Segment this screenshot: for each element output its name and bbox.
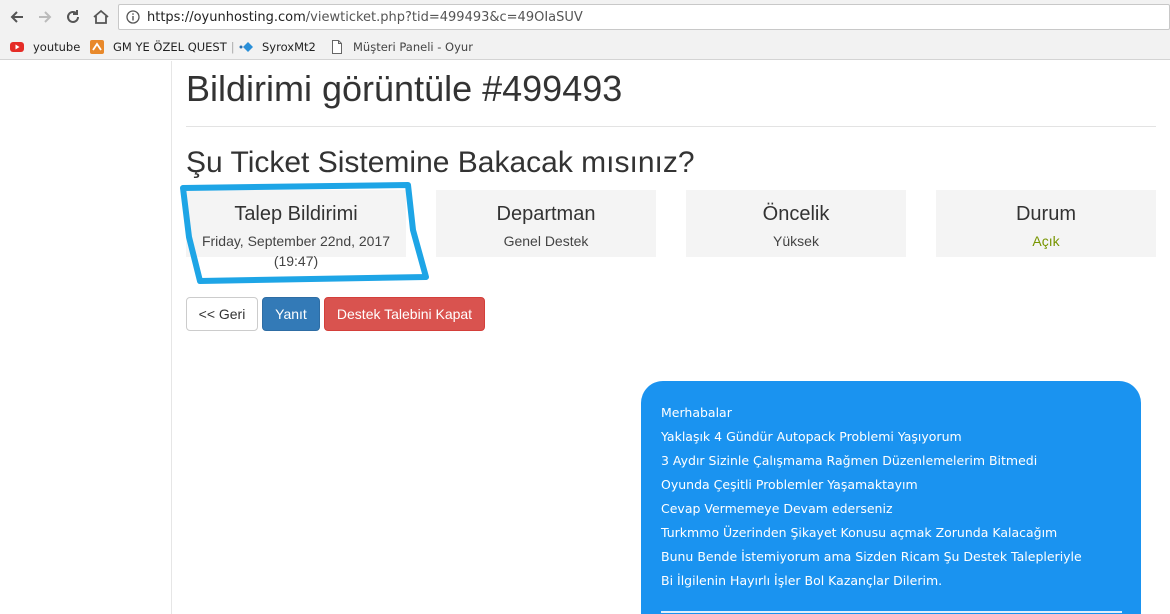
ticket-date-box: Talep Bildirimi Friday, September 22nd, … (186, 190, 406, 269)
status-value: Açık (1032, 233, 1060, 249)
message-bubble: Merhabalar Yaklaşık 4 Gündür Autopack Pr… (641, 381, 1141, 614)
department-box: Departman Genel Destek (436, 190, 656, 257)
message-line: Bi İlgilenin Hayırlı İşler Bol Kazançlar… (661, 573, 943, 588)
bookmark-musteri-paneli[interactable]: Müşteri Paneli - Oyur (329, 38, 473, 56)
bookmarks-bar: youtube GM YE ÖZEL QUEST | SyroxMt2 Müşte… (0, 34, 1170, 60)
message-line: Merhabalar (661, 405, 732, 420)
message-line: Oyunda Çeşitli Problemler Yaşamaktayım (661, 477, 918, 492)
reload-icon[interactable] (62, 6, 84, 28)
youtube-icon (10, 42, 24, 52)
department-value: Genel Destek (503, 233, 589, 249)
bookmark-gm-quest[interactable]: GM YE ÖZEL QUEST | (89, 38, 235, 56)
priority-box: Öncelik Yüksek (686, 190, 906, 257)
priority-value: Yüksek (773, 233, 819, 249)
back-button[interactable]: << Geri (186, 297, 258, 331)
browser-toolbar: https://oyunhosting.com/viewticket.php?t… (0, 0, 1170, 34)
title-divider (186, 126, 1156, 127)
info-icon[interactable] (126, 10, 140, 24)
address-bar[interactable]: https://oyunhosting.com/viewticket.php?t… (118, 4, 1170, 30)
message-line: Bunu Bende İstemiyorum ama Sizden Ricam … (661, 549, 1082, 564)
message-line: Cevap Vermemeye Devam ederseniz (661, 501, 893, 516)
page-title: Bildirimi görüntüle #499493 (186, 68, 623, 109)
reply-button[interactable]: Yanıt (262, 297, 320, 331)
status-box: Durum Açık (936, 190, 1156, 257)
sidebar-divider (171, 61, 172, 614)
priority-label: Öncelik (762, 203, 830, 225)
department-label: Departman (496, 203, 596, 225)
message-line: 3 Aydır Sizinle Çalışmama Rağmen Düzenle… (661, 453, 1038, 468)
message-line: Yaklaşık 4 Gündür Autopack Problemi Yaşı… (661, 429, 962, 444)
status-label: Durum (1015, 203, 1076, 225)
close-ticket-button[interactable]: Destek Talebini Kapat (324, 297, 485, 331)
ticket-date-label: Talep Bildirimi (234, 203, 358, 225)
bookmark-youtube[interactable]: youtube (9, 38, 80, 56)
home-icon[interactable] (90, 6, 112, 28)
ticket-date-value: Friday, September 22nd, 2017 (19:47) (201, 233, 391, 269)
ticket-subject: Şu Ticket Sistemine Bakacak mısınız? (186, 146, 695, 179)
url-text: https://oyunhosting.com/viewticket.php?t… (147, 10, 583, 25)
forward-arrow-icon[interactable] (34, 6, 56, 28)
diamond-icon (239, 42, 253, 52)
page-icon (332, 40, 342, 54)
message-divider (661, 611, 1122, 613)
bookmark-favicon-icon (90, 40, 104, 54)
back-arrow-icon[interactable] (6, 6, 28, 28)
message-line: Turkmmo Üzerinden Şikayet Konusu açmak Z… (661, 525, 1058, 540)
bookmark-syroxmt2[interactable]: SyroxMt2 (238, 38, 316, 56)
